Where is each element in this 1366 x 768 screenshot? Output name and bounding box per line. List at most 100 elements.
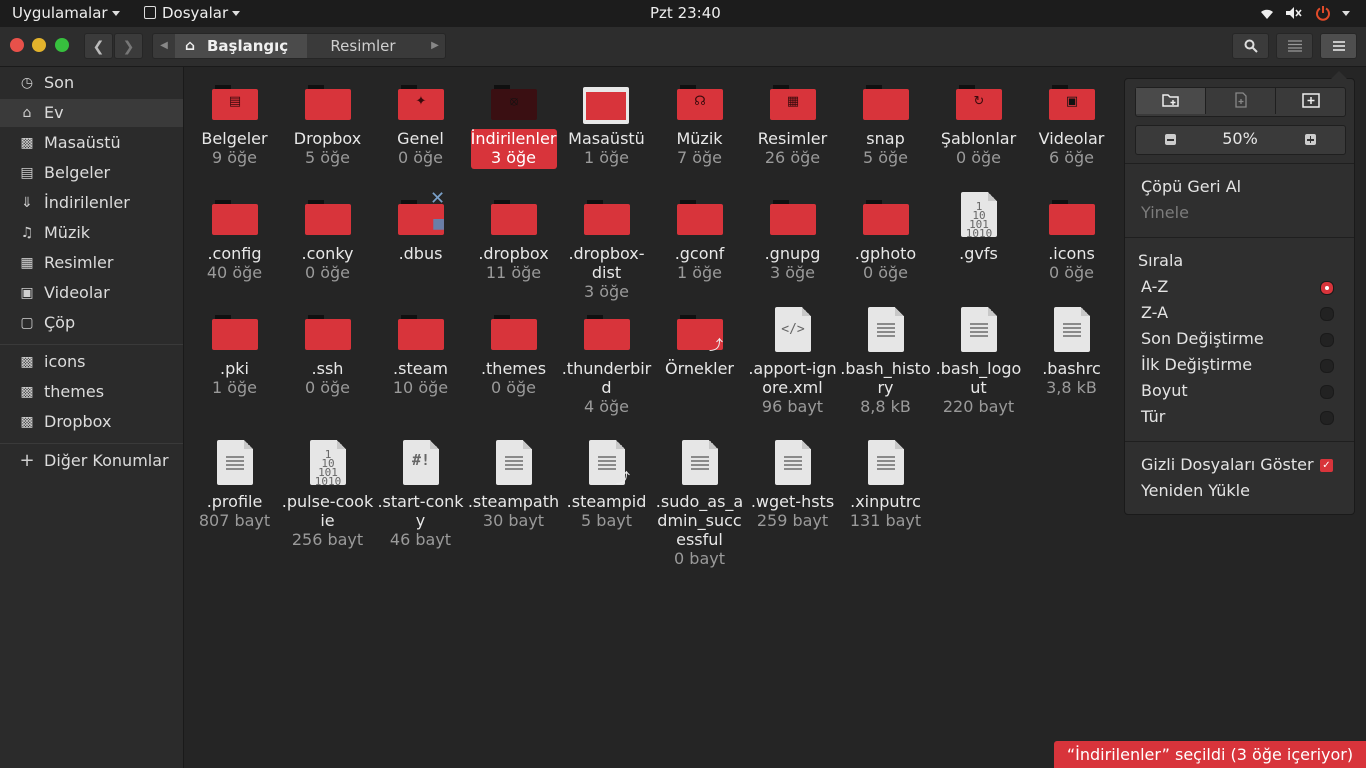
new-tab-button[interactable] bbox=[1205, 88, 1275, 114]
file-item[interactable]: .bash_logout 220 bayt bbox=[932, 305, 1025, 416]
file-item[interactable]: 1 10 101 1010 .gvfs bbox=[932, 190, 1025, 263]
sidebar-bookmark-icons[interactable]: ▩ icons bbox=[0, 348, 183, 376]
minimize-window-button[interactable] bbox=[32, 38, 46, 52]
sort-radio-last-modified[interactable] bbox=[1320, 333, 1334, 347]
power-icon[interactable] bbox=[1315, 5, 1331, 21]
file-item-selected[interactable]: ⦻ İndirilenler 3 öğe bbox=[467, 75, 560, 169]
reload-item[interactable]: Yeniden Yükle bbox=[1141, 481, 1250, 500]
path-segment-pictures[interactable]: Resimler bbox=[307, 34, 419, 58]
file-item[interactable]: </> .apport-ignore.xml 96 bayt bbox=[746, 305, 839, 416]
file-item[interactable]: .dropbox 11 öğe bbox=[467, 190, 560, 282]
sidebar-item-documents[interactable]: ▤ Belgeler bbox=[0, 159, 183, 187]
sort-option-type[interactable]: Tür bbox=[1141, 407, 1165, 426]
sort-option-size[interactable]: Boyut bbox=[1141, 381, 1188, 400]
file-item[interactable]: ⤴ Örnekler bbox=[653, 305, 746, 378]
undo-trash-item[interactable]: Çöpü Geri Al bbox=[1141, 177, 1241, 196]
volume-muted-icon[interactable] bbox=[1285, 6, 1303, 20]
file-item[interactable]: ✦ Genel 0 öğe bbox=[374, 75, 467, 167]
sort-radio-type[interactable] bbox=[1320, 411, 1334, 425]
file-item[interactable]: .icons 0 öğe bbox=[1025, 190, 1118, 282]
file-item[interactable]: .xinputrc 131 bayt bbox=[839, 438, 932, 530]
file-item[interactable]: .config 40 öğe bbox=[188, 190, 281, 282]
close-window-button[interactable] bbox=[10, 38, 24, 52]
path-segment-home[interactable]: ⌂ Başlangıç bbox=[175, 34, 307, 58]
file-item[interactable]: ↻ Şablonlar 0 öğe bbox=[932, 75, 1025, 167]
file-item[interactable]: .conky 0 öğe bbox=[281, 190, 374, 282]
file-item[interactable]: #! .start-conky 46 bayt bbox=[374, 438, 467, 549]
sort-option-first-modified[interactable]: İlk Değiştirme bbox=[1141, 355, 1252, 374]
file-item[interactable]: .gphoto 0 öğe bbox=[839, 190, 932, 282]
chevron-down-icon[interactable] bbox=[1342, 11, 1350, 16]
file-item[interactable]: Dropbox 5 öğe bbox=[281, 75, 374, 167]
file-item[interactable]: .thunderbird 4 öğe bbox=[560, 305, 653, 416]
sort-option-z-a[interactable]: Z-A bbox=[1141, 303, 1168, 322]
file-item[interactable]: .sudo_as_admin_successful 0 bayt bbox=[653, 438, 746, 568]
file-item[interactable]: .steam 10 öğe bbox=[374, 305, 467, 397]
file-item[interactable]: .bashrc 3,8 kB bbox=[1025, 305, 1118, 397]
file-item[interactable]: .gconf 1 öğe bbox=[653, 190, 746, 282]
folder-pictures-icon: ▦ bbox=[770, 85, 816, 120]
file-item[interactable]: ▦ Resimler 26 öğe bbox=[746, 75, 839, 167]
file-item[interactable]: Masaüstü 1 öğe bbox=[560, 75, 653, 167]
redo-item[interactable]: Yinele bbox=[1141, 203, 1189, 222]
file-item[interactable]: .pki 1 öğe bbox=[188, 305, 281, 397]
sidebar-item-desktop[interactable]: ▩ Masaüstü bbox=[0, 129, 183, 157]
image-icon: ▦ bbox=[20, 255, 34, 271]
sidebar-other-locations[interactable]: + Diğer Konumlar bbox=[0, 447, 183, 475]
back-button[interactable]: ❮ bbox=[84, 33, 113, 59]
home-icon: ⌂ bbox=[185, 38, 196, 54]
clock[interactable]: Pzt 23:40 bbox=[650, 4, 721, 22]
zoom-level[interactable]: 50% bbox=[1205, 126, 1275, 152]
sort-radio-a-z[interactable] bbox=[1320, 281, 1334, 295]
file-item[interactable]: .profile 807 bayt bbox=[188, 438, 281, 530]
sort-radio-size[interactable] bbox=[1320, 385, 1334, 399]
sort-radio-first-modified[interactable] bbox=[1320, 359, 1334, 373]
file-item[interactable]: ☊ Müzik 7 öğe bbox=[653, 75, 746, 167]
file-item[interactable]: .themes 0 öğe bbox=[467, 305, 560, 397]
sidebar-bookmark-themes[interactable]: ▩ themes bbox=[0, 378, 183, 406]
zoom-out-button[interactable] bbox=[1136, 126, 1205, 152]
folder-downloads-icon: ⦻ bbox=[491, 85, 537, 120]
file-item[interactable]: ▣ Videolar 6 öğe bbox=[1025, 75, 1118, 167]
wifi-icon[interactable] bbox=[1259, 6, 1275, 20]
new-folder-button[interactable] bbox=[1136, 88, 1205, 114]
files-app-menu[interactable]: Dosyalar bbox=[144, 4, 241, 22]
file-item[interactable]: ✕ ■ .dbus bbox=[374, 188, 467, 263]
file-item[interactable]: .bash_history 8,8 kB bbox=[839, 305, 932, 416]
new-window-button[interactable] bbox=[1275, 88, 1345, 114]
file-item[interactable]: .wget-hsts 259 bayt bbox=[746, 438, 839, 530]
file-item[interactable]: .steampath 30 bayt bbox=[467, 438, 560, 530]
folder-icon bbox=[398, 315, 444, 350]
sidebar-item-home[interactable]: ⌂ Ev bbox=[0, 99, 183, 127]
forward-button[interactable]: ❯ bbox=[114, 33, 143, 59]
file-item[interactable]: ▤ Belgeler 9 öğe bbox=[188, 75, 281, 167]
sidebar-item-downloads[interactable]: ⇓ İndirilenler bbox=[0, 189, 183, 217]
sidebar-bookmark-dropbox[interactable]: ▩ Dropbox bbox=[0, 408, 183, 436]
sidebar-item-recent[interactable]: ◷ Son bbox=[0, 69, 183, 97]
menu-button[interactable] bbox=[1320, 33, 1357, 59]
search-button[interactable] bbox=[1232, 33, 1269, 59]
zoom-in-button[interactable] bbox=[1275, 126, 1345, 152]
path-scroll-left-icon[interactable]: ◀ bbox=[153, 34, 175, 58]
sidebar-item-trash[interactable]: ▢ Çöp bbox=[0, 309, 183, 337]
sidebar-item-pictures[interactable]: ▦ Resimler bbox=[0, 249, 183, 277]
sort-option-last-modified[interactable]: Son Değiştirme bbox=[1141, 329, 1264, 348]
selection-status-overlay: “İndirilenler” seçildi (3 öğe içeriyor) bbox=[1054, 741, 1366, 768]
file-item[interactable]: .gnupg 3 öğe bbox=[746, 190, 839, 282]
sort-option-a-z[interactable]: A-Z bbox=[1141, 277, 1168, 296]
file-item[interactable]: 1 10 101 1010 .pulse-cookie 256 bayt bbox=[281, 438, 374, 549]
sidebar-item-music[interactable]: ♫ Müzik bbox=[0, 219, 183, 247]
path-scroll-right-icon[interactable]: ▶ bbox=[425, 34, 445, 58]
file-item[interactable]: .ssh 0 öğe bbox=[281, 305, 374, 397]
file-item[interactable]: .dropbox-dist 3 öğe bbox=[560, 190, 653, 301]
list-view-button[interactable] bbox=[1276, 33, 1313, 59]
file-item[interactable]: ⤴ .steampid 5 bayt bbox=[560, 438, 653, 530]
applications-menu[interactable]: Uygulamalar bbox=[12, 4, 120, 22]
text-file-icon bbox=[682, 440, 718, 485]
sort-radio-z-a[interactable] bbox=[1320, 307, 1334, 321]
maximize-window-button[interactable] bbox=[55, 38, 69, 52]
file-item[interactable]: snap 5 öğe bbox=[839, 75, 932, 167]
show-hidden-checkbox[interactable]: ✓ bbox=[1320, 459, 1333, 472]
show-hidden-files-item[interactable]: Gizli Dosyaları Göster bbox=[1141, 455, 1314, 474]
sidebar-item-videos[interactable]: ▣ Videolar bbox=[0, 279, 183, 307]
